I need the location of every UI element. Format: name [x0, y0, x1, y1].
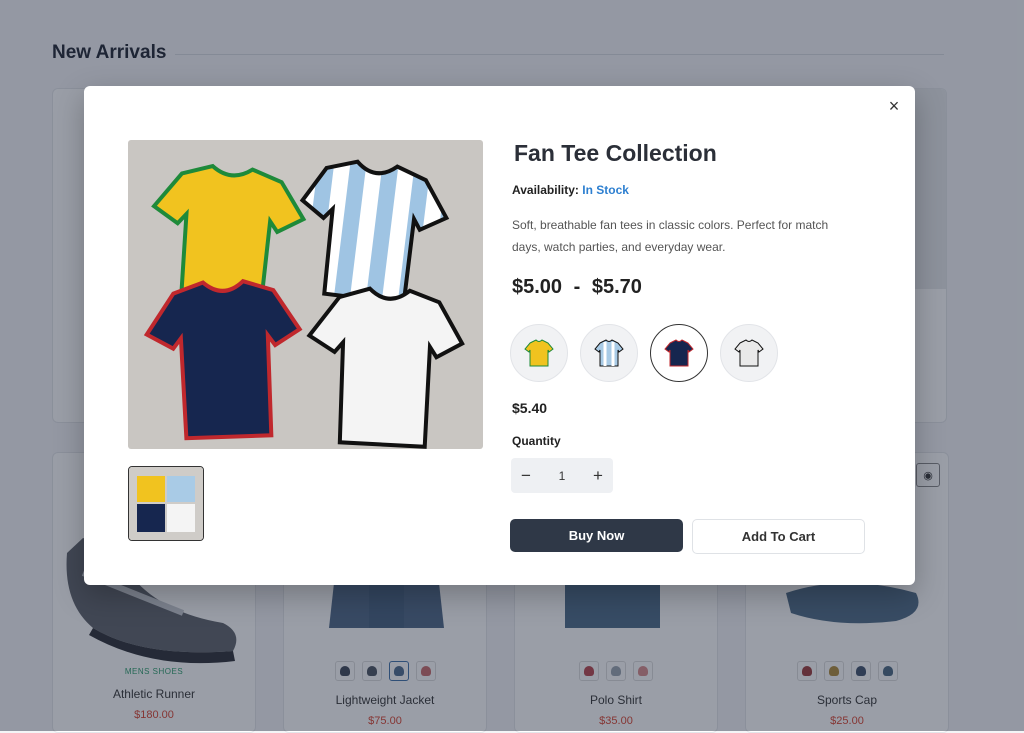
price-max: $5.70: [591, 276, 642, 298]
variant-yellow[interactable]: [510, 324, 568, 382]
variant-striped[interactable]: [580, 324, 638, 382]
quick-view-modal: × Fan Tee Collection Availability: In St…: [84, 86, 915, 585]
product-main-image: [128, 140, 483, 449]
navy-tee-icon: [664, 339, 694, 367]
quantity-stepper: − 1 +: [511, 458, 613, 493]
plus-icon[interactable]: +: [583, 458, 613, 493]
quantity-label: Quantity: [512, 434, 561, 448]
product-description: Soft, breathable fan tees in classic col…: [512, 218, 829, 254]
price-separator: -: [573, 276, 581, 298]
variant-navy[interactable]: [650, 324, 708, 382]
minus-icon[interactable]: −: [511, 458, 541, 493]
variant-selector: [510, 324, 778, 382]
availability: Availability: In Stock: [512, 183, 629, 197]
add-to-cart-button[interactable]: Add To Cart: [692, 519, 865, 554]
product-title: Fan Tee Collection: [514, 140, 717, 166]
white-tee-icon: [734, 339, 764, 367]
yellow-tee-icon: [524, 339, 554, 367]
selected-price: $5.40: [512, 400, 548, 416]
close-icon[interactable]: ×: [883, 95, 905, 117]
price-min: $5.00: [512, 276, 563, 298]
availability-value: In Stock: [582, 183, 629, 197]
variant-white[interactable]: [720, 324, 778, 382]
product-thumbnail[interactable]: [128, 466, 204, 541]
quantity-value[interactable]: 1: [559, 469, 566, 483]
availability-label: Availability:: [512, 183, 579, 197]
buy-now-button[interactable]: Buy Now: [510, 519, 683, 552]
price-range: $5.00 - $5.70: [512, 276, 642, 299]
striped-tee-icon: [594, 339, 624, 367]
